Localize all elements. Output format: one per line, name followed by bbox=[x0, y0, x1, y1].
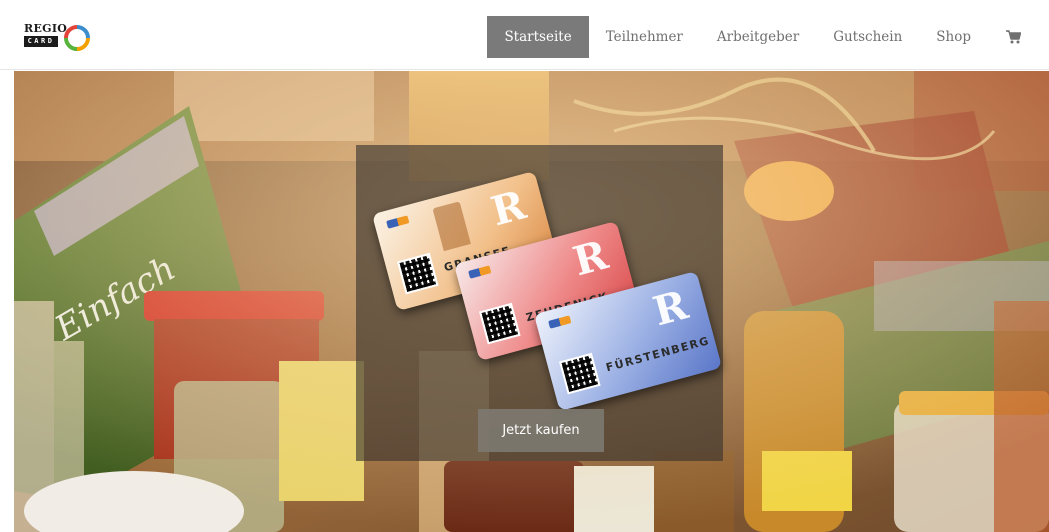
card-r-mark: R bbox=[648, 281, 693, 336]
qr-code-icon bbox=[396, 252, 439, 295]
card-brand-icon bbox=[468, 265, 492, 279]
logo-wordmark-top: REGIO bbox=[24, 22, 68, 35]
buy-now-button[interactable]: Jetzt kaufen bbox=[478, 409, 604, 452]
nav-item-gutschein[interactable]: Gutschein bbox=[816, 16, 919, 58]
main-navigation: Startseite Teilnehmer Arbeitgeber Gutsch… bbox=[487, 16, 1029, 58]
nav-item-arbeitgeber[interactable]: Arbeitgeber bbox=[700, 16, 816, 58]
card-brand-icon bbox=[386, 215, 410, 229]
cart-button[interactable] bbox=[988, 16, 1029, 58]
nav-item-startseite[interactable]: Startseite bbox=[487, 16, 589, 58]
hero-banner: Einfach bbox=[14, 71, 1049, 532]
church-tower-icon bbox=[432, 201, 471, 252]
qr-code-icon bbox=[558, 352, 601, 395]
card-r-mark: R bbox=[568, 231, 613, 286]
site-header: REGIO CARD Startseite Teilnehmer Arbeitg… bbox=[0, 0, 1049, 70]
regiocard-logo[interactable]: REGIO CARD bbox=[24, 22, 108, 54]
card-town-name: FÜRSTENBERG bbox=[604, 334, 712, 375]
shopping-cart-icon bbox=[1006, 30, 1021, 44]
card-r-mark: R bbox=[486, 181, 531, 236]
logo-ring-icon bbox=[64, 25, 90, 51]
nav-item-shop[interactable]: Shop bbox=[919, 16, 988, 58]
qr-code-icon bbox=[478, 302, 521, 345]
nav-item-teilnehmer[interactable]: Teilnehmer bbox=[589, 16, 700, 58]
logo-wordmark-bottom: CARD bbox=[24, 36, 58, 47]
card-brand-icon bbox=[548, 315, 572, 329]
